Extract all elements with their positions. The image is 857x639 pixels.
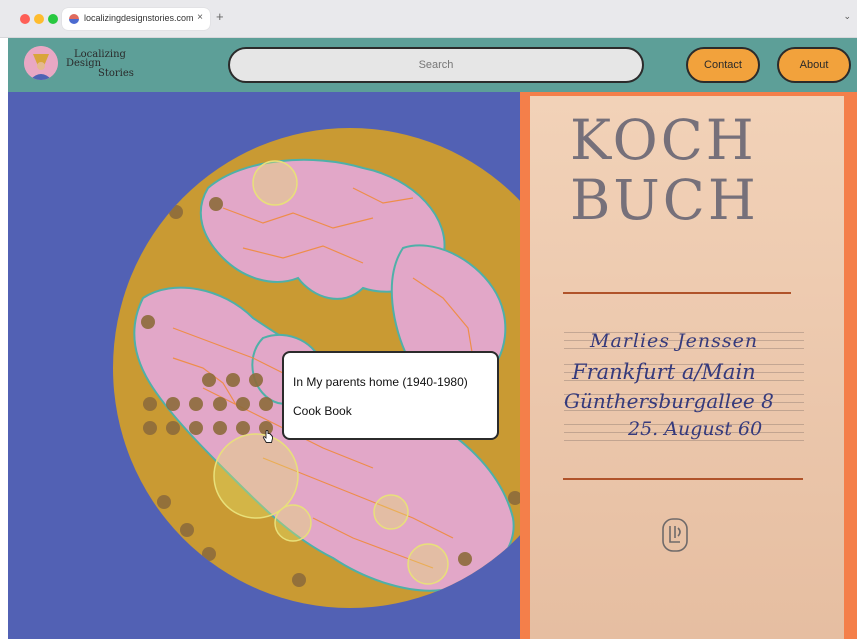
tab-close-icon[interactable]: ×	[197, 12, 203, 24]
tooltip-subtitle: Cook Book	[293, 404, 352, 418]
minimize-window-button[interactable]	[34, 14, 44, 24]
cookbook-title-line2: BUCH	[570, 168, 759, 232]
cookbook-cover: KOCH BUCH Marlies Jenssen Frankfurt a/Ma…	[530, 96, 844, 639]
browser-tab[interactable]: localizingdesignstories.com ×	[62, 8, 210, 30]
search-input[interactable]	[228, 47, 644, 83]
cover-divider-bottom	[563, 478, 803, 480]
cookbook-title-line1: KOCH	[570, 108, 757, 172]
publisher-emblem-icon	[660, 516, 690, 554]
stave-line	[564, 440, 804, 441]
contact-button[interactable]: Contact	[686, 47, 760, 83]
site-logo[interactable]: Localizing Design Stories	[64, 47, 144, 83]
avatar-logo-icon[interactable]	[24, 46, 58, 80]
handwritten-city: Frankfurt a/Main	[572, 360, 756, 384]
about-button[interactable]: About	[777, 47, 851, 83]
handwritten-date: 25. August 60	[628, 418, 763, 440]
main-canvas: KOCH BUCH Marlies Jenssen Frankfurt a/Ma…	[8, 92, 857, 639]
site-header: Localizing Design Stories Contact About	[8, 38, 857, 92]
handwritten-street: Günthersburgallee 8	[564, 389, 774, 413]
cover-divider-top	[563, 292, 791, 294]
close-window-button[interactable]	[20, 14, 30, 24]
tooltip-title: In My parents home (1940-1980)	[293, 375, 468, 389]
logo-line-3: Stories	[98, 68, 134, 79]
new-tab-button[interactable]: +	[216, 10, 224, 24]
handwritten-name: Marlies Jenssen	[590, 330, 759, 352]
logo-line-2: Design	[66, 58, 102, 69]
cookbook-image-panel: KOCH BUCH Marlies Jenssen Frankfurt a/Ma…	[520, 92, 857, 639]
browser-chrome: localizingdesignstories.com × + ⌄	[0, 0, 857, 38]
pointer-cursor-icon	[262, 430, 274, 444]
site-favicon-icon	[69, 14, 79, 24]
tab-title: localizingdesignstories.com	[84, 13, 194, 23]
maximize-window-button[interactable]	[48, 14, 58, 24]
story-tooltip[interactable]: In My parents home (1940-1980) Cook Book	[282, 351, 499, 440]
chevron-down-icon[interactable]: ⌄	[843, 11, 851, 22]
